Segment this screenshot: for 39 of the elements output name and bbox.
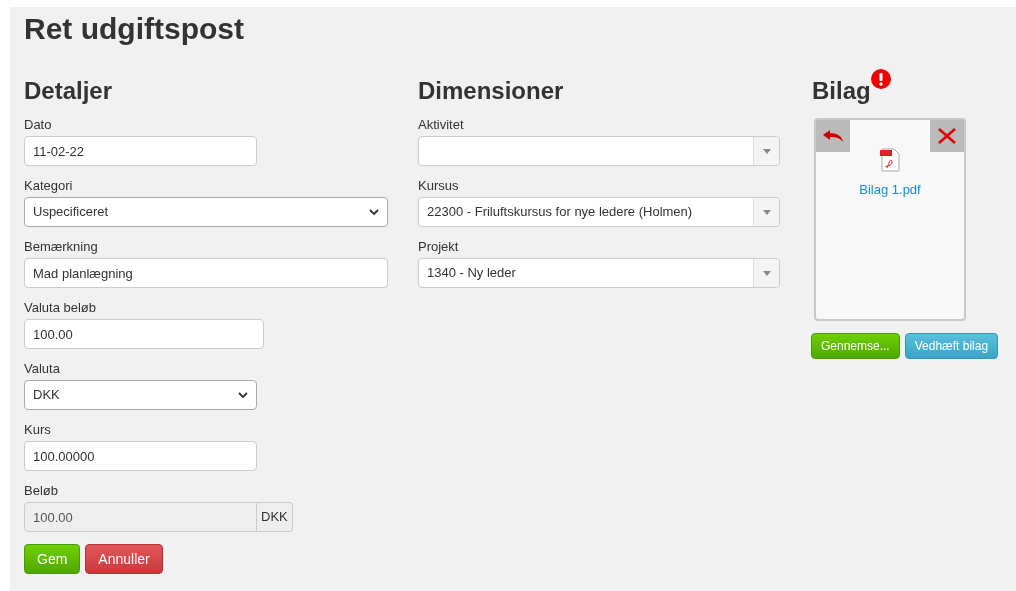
cross-icon — [937, 127, 957, 145]
back-arrow-icon — [822, 129, 844, 143]
field-label: Projekt — [418, 239, 460, 255]
caret-down-icon — [762, 209, 771, 215]
field-label: Valuta beløb — [24, 300, 98, 316]
section-heading: Detaljer — [24, 77, 114, 105]
chevron-down-icon — [238, 391, 248, 399]
dropdown-field[interactable]: DKK — [24, 380, 257, 410]
text-field[interactable]: 100.00000 — [24, 441, 257, 471]
dropdown-field[interactable]: Uspecificeret — [24, 197, 388, 227]
field-label: Beløb — [24, 483, 59, 499]
combo-field[interactable] — [418, 136, 780, 166]
combo-value: 1340 - Ny leder — [427, 265, 516, 281]
text-field[interactable]: 11-02-22 — [24, 136, 257, 166]
section-heading: Bilag — [812, 77, 871, 105]
combo-field[interactable]: 22300 - Friluftskursus for nye ledere (Holmen) — [418, 197, 780, 227]
field-label: Aktivitet — [418, 117, 465, 133]
chevron-down-icon — [369, 208, 379, 216]
caret-down-icon — [762, 270, 771, 276]
text-field[interactable]: Mad planlægning — [24, 258, 388, 288]
field-label: Kursus — [418, 178, 460, 194]
field-label: Bemærkning — [24, 239, 99, 255]
cancel-button[interactable]: Annuller — [85, 544, 163, 574]
text-field[interactable]: 100.00 — [24, 319, 264, 349]
delete-button[interactable] — [930, 120, 964, 152]
field-label: Valuta — [24, 361, 61, 377]
section-heading: Dimensioner — [418, 77, 565, 105]
undo-button[interactable] — [816, 120, 850, 152]
currency-addon: DKK — [257, 502, 293, 532]
field-label: Dato — [24, 117, 53, 133]
combo-field[interactable]: 1340 - Ny leder — [418, 258, 780, 288]
field-label: Kategori — [24, 178, 74, 194]
file-link[interactable]: Bilag 1.pdf — [859, 180, 921, 200]
page-title: Ret udgiftspost — [24, 11, 245, 47]
caret-down-icon — [762, 148, 771, 154]
field-label: Kurs — [24, 422, 52, 438]
combo-value: 22300 - Friluftskursus for nye ledere (Holmen) — [427, 204, 693, 220]
amount-field[interactable]: 100.00 — [24, 502, 257, 532]
pdf-file-icon — [879, 148, 901, 172]
